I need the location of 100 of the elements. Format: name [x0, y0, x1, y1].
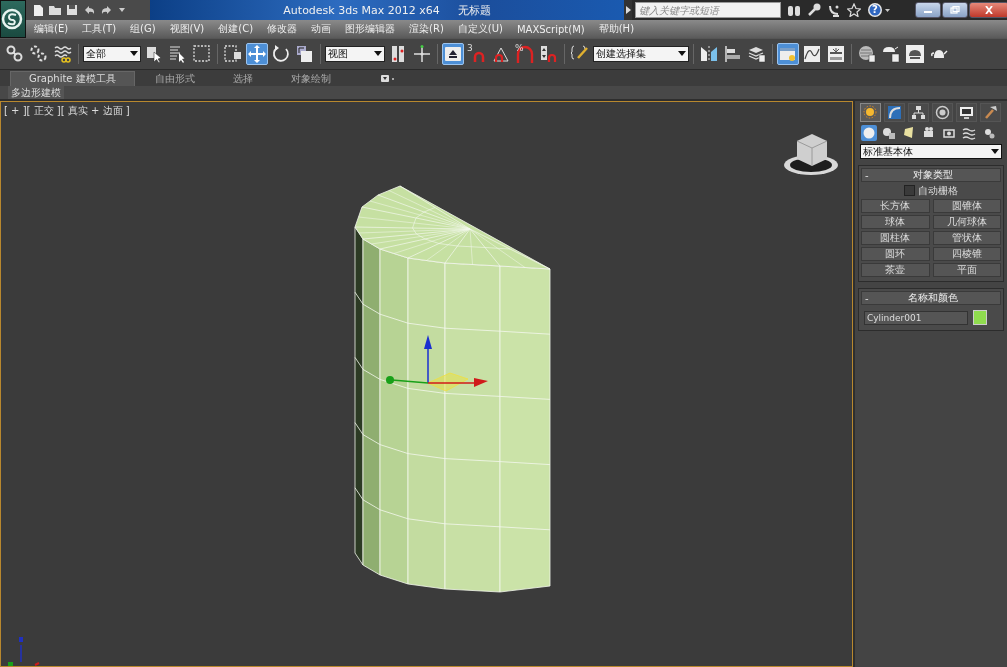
rectangle-selection-button[interactable]	[191, 43, 213, 65]
window-title: Autodesk 3ds Max 2012 x64	[283, 3, 440, 17]
viewport-label[interactable]: [ + ][ 正交 ][ 真实 + 边面 ]	[4, 104, 130, 118]
manipulate-button[interactable]	[442, 43, 464, 65]
redo-icon[interactable]	[100, 4, 114, 16]
open-folder-icon[interactable]	[48, 4, 62, 16]
window-crossing-button[interactable]	[222, 43, 244, 65]
axis-tripod-icon	[8, 637, 40, 666]
menu-item[interactable]: 帮助(H)	[598, 22, 635, 36]
hierarchy-tab[interactable]	[908, 103, 929, 122]
move-icon	[247, 44, 267, 64]
close-button[interactable]	[969, 2, 1007, 18]
motion-tab[interactable]	[932, 103, 953, 122]
ribbon-panel-tab[interactable]: 多边形建模	[8, 86, 64, 99]
object-type-button[interactable]: 圆锥体	[932, 199, 1001, 213]
schematic-view-button[interactable]	[825, 43, 847, 65]
material-editor-button[interactable]	[856, 43, 878, 65]
rollout-header[interactable]: - 对象类型	[861, 168, 1001, 182]
ribbon-tab[interactable]: Graphite 建模工具	[10, 71, 135, 86]
menu-item[interactable]: 自定义(U)	[457, 22, 503, 36]
restore-icon	[950, 6, 960, 14]
menu-item[interactable]: 创建(C)	[218, 22, 254, 36]
object-type-button[interactable]: 球体	[861, 215, 930, 229]
menu-item[interactable]: 工具(T)	[82, 22, 117, 36]
create-tab[interactable]	[860, 103, 881, 122]
wave-link-icon	[53, 44, 73, 64]
display-tab[interactable]	[956, 103, 977, 122]
cylinder-drawing[interactable]	[354, 185, 551, 593]
manipulate-icon	[443, 44, 463, 64]
restore-button[interactable]	[942, 2, 968, 18]
ribbon-tab[interactable]: 自由形式	[136, 72, 213, 86]
rollout-header[interactable]: - 名称和颜色	[861, 291, 1001, 305]
caret-icon	[991, 148, 999, 155]
modify-tab[interactable]	[884, 103, 905, 122]
select-object-icon	[144, 44, 164, 64]
dropdown[interactable]: 全部	[83, 46, 141, 62]
caret-icon	[678, 51, 686, 57]
sphere-button[interactable]	[861, 125, 877, 141]
category-dropdown[interactable]: 标准基本体	[860, 144, 1002, 159]
viewcube-icon[interactable]	[784, 134, 838, 175]
rectangle-selection-icon	[192, 44, 212, 64]
snap-toggle-button[interactable]: 3	[466, 43, 488, 65]
save-icon[interactable]	[66, 4, 78, 16]
caret-icon	[130, 51, 138, 57]
space-warp-button[interactable]	[961, 125, 977, 141]
caret-icon	[374, 51, 382, 57]
app-menu-button[interactable]	[0, 0, 26, 38]
object-type-button[interactable]: 四棱锥	[932, 247, 1001, 261]
object-type-button[interactable]: 平面	[932, 263, 1001, 277]
schematic-view-icon	[826, 44, 846, 64]
object-type-button[interactable]: 圆环	[861, 247, 930, 261]
rotate-icon	[271, 44, 291, 64]
menu-item[interactable]: 视图(V)	[169, 22, 205, 36]
menu-item[interactable]: 渲染(R)	[409, 22, 444, 36]
object-type-button[interactable]: 几何球体	[932, 215, 1001, 229]
menu-item[interactable]: 编辑(E)	[34, 22, 69, 36]
menu-item[interactable]: MAXScript(M)	[516, 23, 585, 35]
new-file-icon[interactable]	[32, 3, 44, 17]
menu-item[interactable]: 组(G)	[130, 22, 156, 36]
object-type-button[interactable]: 茶壶	[861, 263, 930, 277]
shapes-button[interactable]	[881, 125, 897, 141]
minimize-button[interactable]	[915, 2, 941, 18]
viewport[interactable]: [ + ][ 正交 ][ 真实 + 边面 ]	[0, 101, 853, 667]
expand-arrow-icon[interactable]	[625, 6, 631, 14]
rotate-button[interactable]	[270, 43, 292, 65]
hammer-tab[interactable]	[980, 103, 1001, 122]
color-swatch[interactable]	[973, 310, 987, 325]
menu-item[interactable]: 动画	[311, 22, 332, 36]
checkbox-label: 自动栅格	[918, 183, 958, 198]
dropdown[interactable]: 创建选择集	[593, 46, 689, 62]
ribbon-tab[interactable]: 对象绘制	[272, 72, 349, 86]
rollout-title: 对象类型	[911, 168, 954, 182]
align-icon	[723, 44, 743, 64]
star-icon[interactable]	[847, 3, 861, 17]
collapse-toggle[interactable]: -	[862, 292, 879, 304]
wrench-icon[interactable]	[807, 3, 821, 17]
ribbon-tab[interactable]: 选择	[214, 72, 271, 86]
search-field[interactable]: 键入关键字或短语	[635, 2, 781, 18]
broken-chain-icon	[29, 44, 49, 64]
menu-item[interactable]: 图形编辑器	[345, 22, 396, 36]
menu-item[interactable]: 修改器	[267, 22, 298, 36]
curve-editor-button[interactable]	[801, 43, 823, 65]
collapse-toggle[interactable]: -	[862, 169, 879, 181]
ribbon-options-icon[interactable]	[380, 75, 395, 83]
move-gizmo-icon[interactable]	[386, 335, 488, 392]
layers-icon	[747, 44, 767, 64]
binoculars-icon[interactable]	[787, 3, 801, 17]
pivot-axis-button[interactable]	[411, 43, 433, 65]
wave-link-button[interactable]	[52, 43, 74, 65]
checkbox[interactable]	[904, 185, 915, 196]
name-field[interactable]: Cylinder001	[864, 310, 968, 325]
teapot-frame-icon	[905, 44, 925, 64]
scale-icon	[295, 44, 315, 64]
teapot-frame-button[interactable]	[904, 43, 926, 65]
mirror-icon	[699, 44, 719, 64]
object-type-button[interactable]: 圆柱体	[861, 231, 930, 245]
object-type-button[interactable]: 长方体	[861, 199, 930, 213]
object-type-button[interactable]: 管状体	[932, 231, 1001, 245]
pivot-axis-icon	[412, 44, 432, 64]
dropdown[interactable]: 视图	[325, 46, 385, 62]
